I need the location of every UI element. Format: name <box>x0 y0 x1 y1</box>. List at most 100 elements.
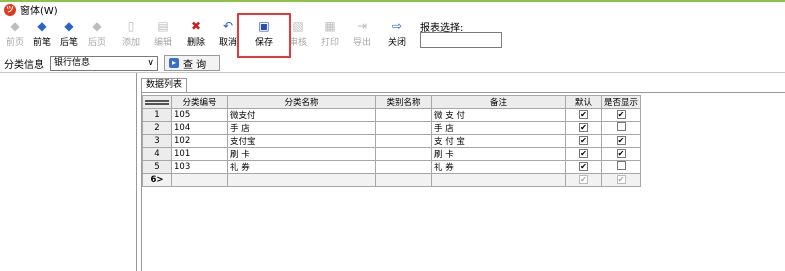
cell-category[interactable] <box>375 134 432 148</box>
cell-show[interactable] <box>600 160 642 174</box>
cell-code[interactable]: 101 <box>171 147 228 161</box>
cell-default[interactable]: ✔ <box>565 108 602 122</box>
cell-note[interactable]: 微 支 付 <box>431 108 566 122</box>
show-checkbox[interactable] <box>616 122 626 131</box>
print-button[interactable]: ▦ 打印 <box>317 19 343 49</box>
table-row[interactable]: 4 101 刷 卡 刷 卡 ✔ ✔ <box>142 147 642 161</box>
column-header[interactable]: 默认 <box>565 95 602 109</box>
new-record-row[interactable]: 6> ✔ ✔ <box>142 173 642 187</box>
table-row[interactable]: 2 104 手 店 手 店 ✔ <box>142 121 642 135</box>
close-label: 关闭 <box>387 38 406 48</box>
grid-corner[interactable] <box>142 95 172 109</box>
cell-category[interactable] <box>375 160 432 174</box>
show-checkbox[interactable]: ✔ <box>616 136 626 145</box>
column-header[interactable]: 备注 <box>431 95 566 109</box>
next-page-label: 后页 <box>87 38 106 48</box>
menu-window[interactable]: 窗体(W) <box>20 2 58 17</box>
report-select-input[interactable] <box>420 32 502 48</box>
tab-data-list[interactable]: 数据列表 <box>141 78 187 92</box>
column-header[interactable]: 类别名称 <box>375 95 432 109</box>
cell-code[interactable] <box>171 173 228 187</box>
prev-page-button[interactable]: ◆ 前页 <box>4 19 26 49</box>
cell-default[interactable]: ✔ <box>565 121 602 135</box>
edit-label: 编辑 <box>153 38 172 48</box>
delete-button[interactable]: ✖ 删除 <box>183 19 209 49</box>
cell-show[interactable]: ✔ <box>600 147 642 161</box>
cell-code[interactable]: 103 <box>171 160 228 174</box>
add-button[interactable]: ▯ 添加 <box>118 19 144 49</box>
edit-icon: ▤ <box>157 19 169 33</box>
column-header[interactable]: 分类编号 <box>171 95 228 109</box>
default-checkbox[interactable]: ✔ <box>579 123 588 132</box>
cell-show[interactable] <box>600 121 642 135</box>
cell-note[interactable]: 支 付 宝 <box>431 134 566 148</box>
row-number: 4 <box>142 147 172 161</box>
default-checkbox[interactable]: ✔ <box>579 162 588 171</box>
cell-default[interactable]: ✔ <box>565 160 602 174</box>
next-record-button[interactable]: ◆ 后笔 <box>58 19 80 49</box>
cell-default[interactable]: ✔ <box>565 134 602 148</box>
prev-record-label: 前笔 <box>32 38 51 48</box>
cell-note[interactable]: 礼 券 <box>431 160 566 174</box>
cell-note[interactable] <box>431 173 566 187</box>
cell-name[interactable]: 刷 卡 <box>227 147 376 161</box>
default-checkbox[interactable]: ✔ <box>579 149 588 158</box>
show-checkbox[interactable]: ✔ <box>616 110 626 119</box>
category-select[interactable]: 银行信息 ∨ <box>50 55 158 71</box>
next-page-button[interactable]: ◆ 后页 <box>86 19 108 49</box>
export-button[interactable]: ⇥ 导出 <box>349 19 375 49</box>
cell-code[interactable]: 105 <box>171 108 228 122</box>
cell-show[interactable]: ✔ <box>600 108 642 122</box>
column-header[interactable]: 分类名称 <box>227 95 376 109</box>
show-checkbox[interactable]: ✔ <box>616 174 626 184</box>
query-button[interactable]: ▸ 查 询 <box>164 55 220 71</box>
cell-default[interactable]: ✔ <box>565 173 602 187</box>
query-button-label: 查 询 <box>183 59 207 71</box>
export-label: 导出 <box>352 38 371 48</box>
cell-code[interactable]: 104 <box>171 121 228 135</box>
add-label: 添加 <box>121 38 140 48</box>
cell-show[interactable]: ✔ <box>600 173 642 187</box>
category-select-value: 银行信息 <box>54 57 91 68</box>
close-door-icon: ⇨ <box>391 19 403 33</box>
cell-code[interactable]: 102 <box>171 134 228 148</box>
print-label: 打印 <box>320 38 339 48</box>
undo-icon: ↶ <box>222 19 234 33</box>
cell-default[interactable]: ✔ <box>565 147 602 161</box>
column-header[interactable]: 是否显示 <box>600 95 642 109</box>
cell-name[interactable]: 手 店 <box>227 121 376 135</box>
cell-name[interactable]: 礼 券 <box>227 160 376 174</box>
cell-show[interactable]: ✔ <box>600 134 642 148</box>
cell-category[interactable] <box>375 147 432 161</box>
prev-record-button[interactable]: ◆ 前笔 <box>31 19 53 49</box>
next-record-label: 后笔 <box>59 38 78 48</box>
cell-name[interactable]: 微支付 <box>227 108 376 122</box>
row-number: 6> <box>142 173 172 187</box>
toolbar: ◆ 前页 ◆ 前笔 ◆ 后笔 ◆ 后页 ▯ 添加 ▤ 编辑 ✖ 删除 ↶ 取消 … <box>0 17 785 51</box>
default-checkbox[interactable]: ✔ <box>579 136 588 145</box>
audit-icon: ▧ <box>292 19 304 33</box>
cell-name[interactable] <box>227 173 376 187</box>
cell-category[interactable] <box>375 121 432 135</box>
table-row[interactable]: 3 102 支付宝 支 付 宝 ✔ ✔ <box>142 134 642 148</box>
edit-button[interactable]: ▤ 编辑 <box>150 19 176 49</box>
default-checkbox[interactable]: ✔ <box>579 110 588 119</box>
default-checkbox[interactable]: ✔ <box>579 174 588 184</box>
cell-category[interactable] <box>375 108 432 122</box>
cell-name[interactable]: 支付宝 <box>227 134 376 148</box>
next-record-icon: ◆ <box>64 19 74 33</box>
prev-page-icon: ◆ <box>10 19 20 33</box>
prev-page-label: 前页 <box>5 38 24 48</box>
category-label: 分类信息 <box>4 59 44 71</box>
table-row[interactable]: 1 105 微支付 微 支 付 ✔ ✔ <box>142 108 642 122</box>
close-button[interactable]: ⇨ 关闭 <box>384 19 410 49</box>
table-row[interactable]: 5 103 礼 券 礼 券 ✔ <box>142 160 642 174</box>
filter-bar: 分类信息 银行信息 ∨ ▸ 查 询 <box>0 53 785 73</box>
show-checkbox[interactable] <box>616 161 626 170</box>
cell-note[interactable]: 手 店 <box>431 121 566 135</box>
cell-category[interactable] <box>375 173 432 187</box>
export-icon: ⇥ <box>356 19 368 33</box>
query-icon: ▸ <box>169 58 179 68</box>
show-checkbox[interactable]: ✔ <box>616 149 626 158</box>
cell-note[interactable]: 刷 卡 <box>431 147 566 161</box>
